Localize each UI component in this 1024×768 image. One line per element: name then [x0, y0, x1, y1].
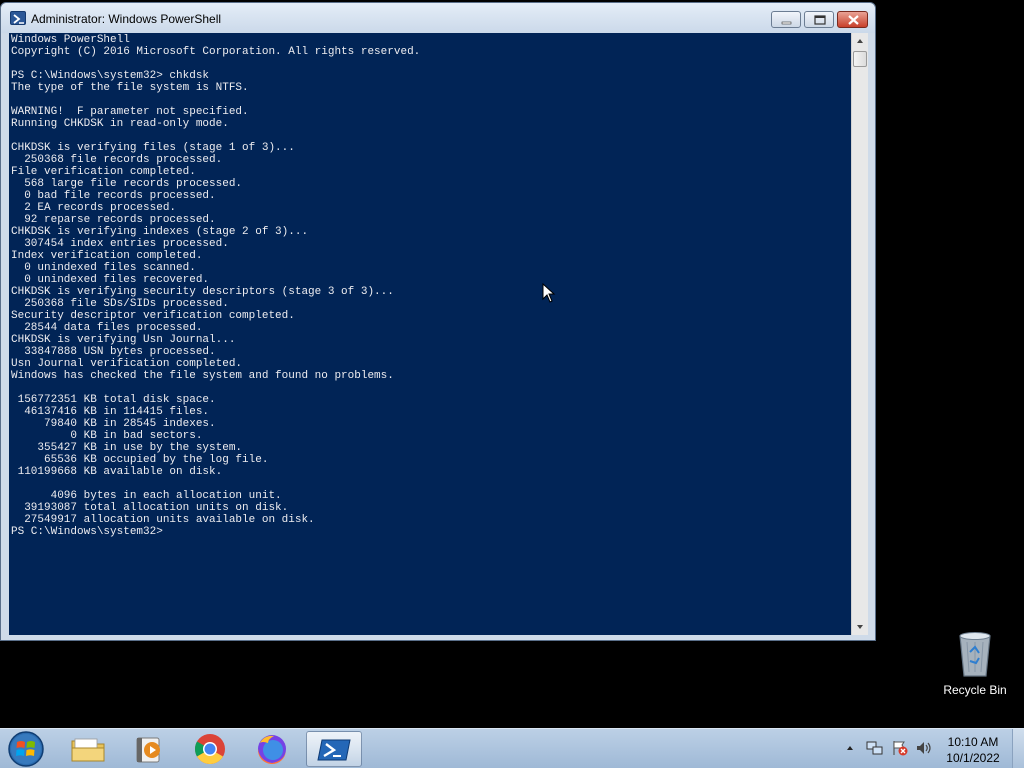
close-button[interactable]: [837, 11, 868, 28]
console-output[interactable]: Windows PowerShell Copyright (C) 2016 Mi…: [9, 33, 851, 635]
start-button[interactable]: [6, 730, 46, 768]
console-text: Windows PowerShell Copyright (C) 2016 Mi…: [11, 34, 421, 538]
powershell-window[interactable]: Administrator: Windows PowerShell Window…: [0, 2, 876, 641]
recycle-bin-icon: [959, 632, 991, 677]
scroll-up-arrow[interactable]: [852, 33, 868, 49]
windows-logo-icon: [8, 731, 44, 767]
scroll-down-arrow[interactable]: [852, 619, 868, 635]
taskbar-powershell[interactable]: [306, 731, 362, 767]
clock-date: 10/1/2022: [946, 751, 1000, 765]
windows-explorer-icon: [71, 738, 105, 762]
taskbar-windows-explorer[interactable]: [60, 731, 116, 767]
vertical-scrollbar[interactable]: [851, 33, 868, 635]
show-desktop-button[interactable]: [1012, 729, 1024, 768]
window-title: Administrator: Windows PowerShell: [31, 12, 222, 26]
action-center-icon[interactable]: [891, 740, 909, 761]
chrome-icon: [194, 734, 225, 765]
mouse-cursor-icon: [542, 282, 556, 308]
scrollbar-thumb[interactable]: [853, 51, 867, 67]
network-icon[interactable]: [866, 740, 884, 761]
media-player-icon: [136, 737, 160, 763]
recycle-bin-label: Recycle Bin: [943, 683, 1007, 697]
title-bar[interactable]: Administrator: Windows PowerShell: [1, 3, 875, 33]
maximize-button[interactable]: [804, 11, 834, 28]
minimize-button[interactable]: [771, 11, 801, 28]
firefox-icon: [257, 735, 286, 765]
powershell-icon: [10, 11, 26, 25]
taskbar-clock[interactable]: 10:10 AM 10/1/2022: [936, 734, 1010, 766]
recycle-bin[interactable]: Recycle Bin: [940, 628, 1010, 700]
taskbar-chrome[interactable]: [182, 731, 238, 767]
show-hidden-icons-icon[interactable]: [845, 741, 855, 760]
powershell-taskbar-icon: [317, 739, 351, 761]
clock-time: 10:10 AM: [947, 735, 999, 749]
taskbar-media-player[interactable]: [120, 731, 176, 767]
taskbar-firefox[interactable]: [244, 731, 300, 767]
volume-icon[interactable]: [915, 740, 933, 761]
taskbar: 10:10 AM 10/1/2022: [0, 728, 1024, 768]
